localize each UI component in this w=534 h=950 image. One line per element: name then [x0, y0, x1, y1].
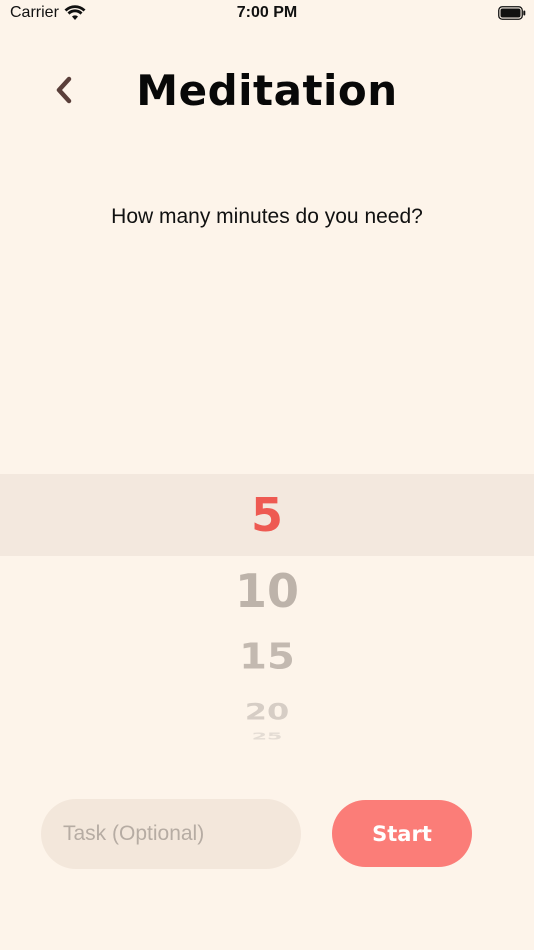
picker-option-selected[interactable]: 5 — [0, 488, 534, 542]
duration-question: How many minutes do you need? — [111, 205, 423, 228]
picker-option[interactable]: 10 — [0, 564, 534, 618]
status-time: 7:00 PM — [236, 4, 298, 21]
picker-option[interactable]: 20 — [0, 699, 534, 726]
task-input[interactable] — [41, 799, 301, 869]
page-title: Meditation — [136, 66, 398, 115]
start-button[interactable]: Start — [332, 800, 472, 867]
picker-option[interactable]: 25 — [0, 731, 534, 742]
status-bar: Carrier 7:00 PM — [0, 0, 534, 28]
picker-option[interactable]: 15 — [0, 636, 534, 677]
battery-icon — [498, 6, 526, 20]
minutes-picker[interactable]: 5 10 15 20 25 — [0, 474, 534, 754]
